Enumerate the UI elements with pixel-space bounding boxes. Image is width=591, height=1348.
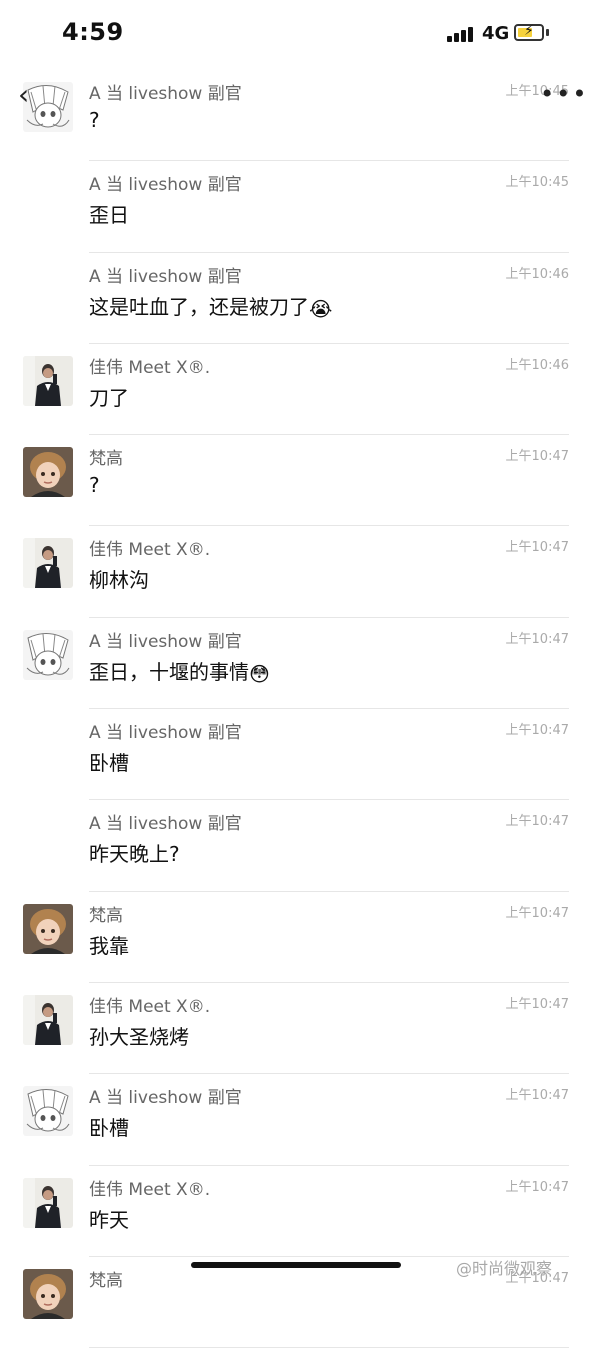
home-indicator[interactable] [191,1262,401,1268]
message-text-body: ? [89,108,100,132]
message-item[interactable]: 佳伟 Meet X®. 上午10:47 柳林沟 [0,526,591,618]
message-item[interactable]: A 当 liveshow 副官 上午10:47 昨天晚上? [0,800,591,892]
emoji-icon: 😭 [309,296,333,321]
message-text: 昨天晚上? [89,838,180,867]
sender-name: A 当 liveshow 副官 [89,175,242,196]
message-text: ? [89,108,100,132]
message-text: 昨天 [89,1204,129,1233]
message-item[interactable]: A 当 liveshow 副官 上午10:47 歪日，十堰的事情😳 [0,618,591,710]
message-time: 上午10:47 [505,723,569,739]
sender-name: A 当 liveshow 副官 [89,84,242,104]
status-bar: 4:59 4G ⚡ [0,0,591,70]
avatar[interactable] [23,1177,73,1228]
battery-cap [546,29,549,36]
avatar[interactable] [23,1086,73,1137]
avatar[interactable] [23,994,73,1045]
sender-name: 佳伟 Meet X®. [89,357,211,378]
message-time: 上午10:47 [505,449,569,465]
more-dots-icon[interactable]: ••• [540,82,588,106]
message-text-body: 卧槽 [89,1116,129,1141]
sender-name: A 当 liveshow 副官 [89,266,242,287]
message-list[interactable]: A 当 liveshow 副官 上午10:45? A 当 liveshow 副官 上午… [0,70,591,1348]
avatar[interactable] [23,538,73,589]
message-text: 孙大圣烧烤 [89,1021,189,1050]
message-text-body: 这是吐血了，还是被刀了 [89,294,309,319]
sender-name: A 当 liveshow 副官 [89,631,242,652]
message-item[interactable]: A 当 liveshow 副官 上午10:47 卧槽 [0,709,591,801]
battery-charging-icon: ⚡ [514,23,544,41]
sender-name: A 当 liveshow 副官 [89,1088,242,1109]
message-text: 歪日，十堰的事情😳 [89,656,270,686]
message-time: 上午10:47 [505,1179,569,1195]
message-item[interactable]: A 当 liveshow 副官 上午10:45 歪日 [0,161,591,253]
avatar[interactable] [23,82,73,132]
message-item[interactable]: A 当 liveshow 副官 上午10:47 卧槽 [0,1074,591,1166]
message-text-body: 柳林沟 [89,568,149,593]
emoji-icon: 😳 [249,661,270,686]
sender-name: A 当 liveshow 副官 [89,723,242,744]
message-item[interactable]: A 当 liveshow 副官 上午10:45? [0,70,591,162]
message-text-body: ? [89,473,100,498]
avatar[interactable] [23,903,73,954]
message-text: 卧槽 [89,747,129,776]
message-text-body: 我靠 [89,933,129,958]
message-text-body: 歪日 [89,203,129,228]
message-item[interactable]: 佳伟 Meet X®. 上午10:47 孙大圣烧烤 [0,983,591,1075]
message-time: 上午10:47 [505,631,569,647]
message-time: 上午10:46 [505,357,569,373]
message-time: 上午10:45 [505,175,569,191]
sender-name: A 当 liveshow 副官 [89,814,242,835]
sender-name: 梵高 [89,449,123,470]
network-type: 4G [482,23,510,44]
signal-icon [447,26,475,42]
sender-name: 佳伟 Meet X®. [89,1179,211,1200]
avatar[interactable] [23,447,73,498]
message-item[interactable]: 佳伟 Meet X®. 上午10:47 昨天 [0,1166,591,1257]
watermark: @时尚微观察 [456,1259,553,1278]
message-text: ? [89,473,100,497]
message-time: 上午10:47 [505,1088,569,1104]
message-text: 刀了 [89,382,129,411]
message-text-body: 刀了 [89,385,129,410]
message-text: 歪日 [89,199,129,228]
message-time: 上午10:47 [505,814,569,830]
avatar[interactable] [23,355,73,406]
message-text-body: 孙大圣烧烤 [89,1024,189,1049]
sender-name: 佳伟 Meet X®. [89,996,211,1017]
message-item[interactable]: 梵高 上午10:47? [0,435,591,527]
message-text-body: 歪日，十堰的事情 [89,659,249,684]
sender-name: 梵高 [89,1270,123,1291]
message-time: 上午10:47 [505,905,569,921]
message-time: 上午10:46 [505,266,569,282]
avatar[interactable] [23,629,73,680]
message-text: 柳林沟 [89,564,149,593]
status-time: 4:59 [62,18,124,46]
message-item[interactable]: 梵高 上午10:47 我靠 [0,892,591,983]
avatar[interactable] [23,1268,73,1319]
message-text: 我靠 [89,930,129,959]
message-text-body: 卧槽 [89,751,129,776]
message-item[interactable]: 佳伟 Meet X®. 上午10:46 刀了 [0,344,591,436]
message-item[interactable]: A 当 liveshow 副官 上午10:46 这是吐血了，还是被刀了😭 [0,253,591,344]
sender-name: 梵高 [89,905,123,926]
sender-name: 佳伟 Meet X®. [89,540,211,561]
chevron-left-icon[interactable]: ‹ [18,80,29,110]
message-text-body: 昨天晚上? [89,842,180,867]
message-text-body: 昨天 [89,1207,129,1232]
message-text: 卧槽 [89,1112,129,1141]
message-time: 上午10:47 [505,996,569,1012]
message-time: 上午10:47 [505,540,569,556]
message-text: 这是吐血了，还是被刀了😭 [89,291,332,321]
